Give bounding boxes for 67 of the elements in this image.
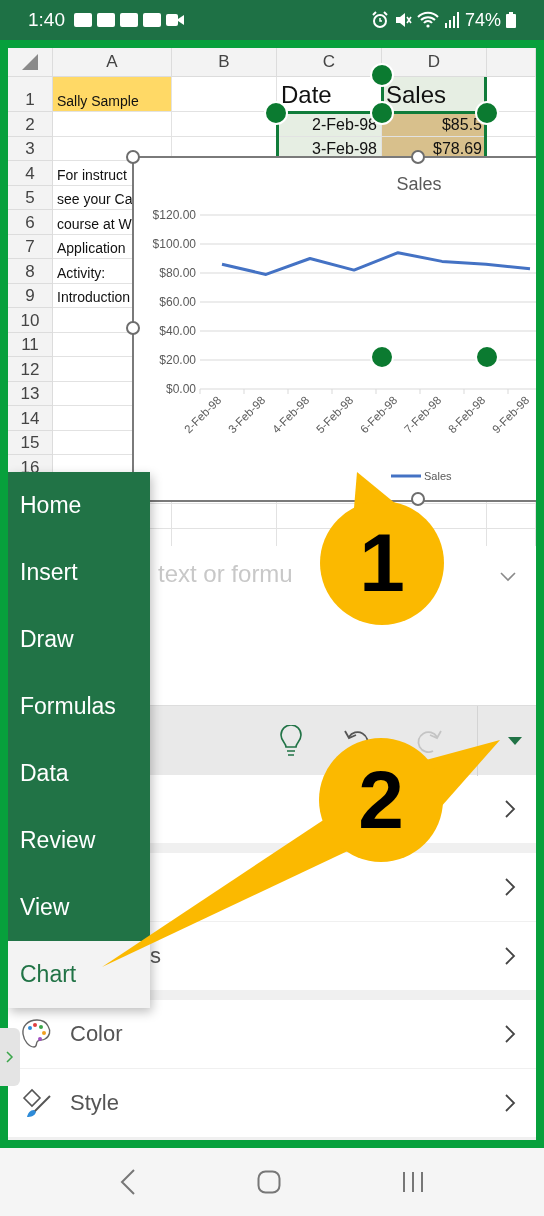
select-all-corner[interactable]: [8, 48, 53, 77]
row-header[interactable]: 10: [8, 308, 53, 333]
alarm-icon: [370, 11, 389, 29]
app-notification-icon: [143, 13, 161, 27]
table-cell: [487, 504, 536, 529]
clock-time: 1:40: [28, 9, 65, 31]
row-header[interactable]: 14: [8, 406, 53, 431]
paint-brush-icon: [20, 1086, 54, 1120]
lightbulb-icon[interactable]: [279, 724, 303, 757]
resize-handle[interactable]: [411, 492, 425, 506]
table-cell: Sally Sample: [53, 77, 172, 112]
column-header[interactable]: A: [53, 48, 172, 77]
row-header[interactable]: 11: [8, 332, 53, 357]
legend-label: Sales: [424, 470, 453, 482]
options-label: Style: [70, 1090, 119, 1116]
row-header[interactable]: 3: [8, 136, 53, 161]
row-header[interactable]: 7: [8, 234, 53, 259]
row-header[interactable]: 4: [8, 161, 53, 186]
legend-entry: Sales: [391, 470, 452, 482]
column-header[interactable]: B: [172, 48, 277, 77]
mute-icon: [393, 11, 412, 29]
menu-item[interactable]: Insert: [8, 539, 150, 606]
dropdown-caret-icon[interactable]: [508, 736, 522, 745]
y-axis-label: $0.00: [165, 382, 196, 396]
resize-handle[interactable]: [126, 321, 140, 335]
menu-item[interactable]: Data: [8, 740, 150, 807]
y-axis-label: $40.00: [159, 324, 196, 338]
video-camera-icon: [166, 14, 185, 26]
back-icon[interactable]: [120, 1169, 137, 1195]
home-icon[interactable]: [257, 1170, 281, 1194]
row-header[interactable]: 5: [8, 185, 53, 210]
options-label: s: [149, 943, 161, 969]
app-notification-icon: [74, 13, 92, 27]
signal-icon: [443, 11, 460, 29]
chevron-right-icon: [504, 878, 516, 896]
menu-item[interactable]: Chart: [8, 941, 150, 1008]
corner-triangle-icon: [22, 54, 38, 70]
selection-handle[interactable]: [264, 101, 288, 125]
chevron-right-icon: [504, 1094, 516, 1112]
resize-handle[interactable]: [126, 150, 140, 164]
menu-item[interactable]: Review: [8, 807, 150, 874]
menu-item[interactable]: Draw: [8, 606, 150, 673]
row-header[interactable]: 6: [8, 210, 53, 235]
row-header[interactable]: 1: [8, 77, 53, 112]
y-axis-label: $20.00: [159, 353, 196, 367]
column-header[interactable]: C: [277, 48, 382, 77]
row-header[interactable]: 8: [8, 259, 53, 284]
app-notification-icon: [97, 13, 115, 27]
row-header[interactable]: 12: [8, 357, 53, 382]
row-header[interactable]: 9: [8, 283, 53, 308]
row-header[interactable]: 15: [8, 430, 53, 455]
wifi-icon: [416, 11, 439, 29]
menu-item[interactable]: Formulas: [8, 673, 150, 740]
chevron-right-icon: [504, 1025, 516, 1043]
app-notification-icon: [120, 13, 138, 27]
chevron-right-icon: [504, 947, 516, 965]
row-header[interactable]: 2: [8, 112, 53, 137]
battery-percent: 74%: [464, 9, 501, 31]
edge-panel-handle[interactable]: [0, 1028, 20, 1086]
recent-apps-icon[interactable]: [401, 1171, 424, 1193]
chevron-right-icon: [504, 800, 516, 818]
chart-title: Sales: [396, 174, 442, 194]
column-header[interactable]: D: [382, 48, 487, 77]
row-header[interactable]: 13: [8, 381, 53, 406]
options-label: Color: [70, 1021, 123, 1047]
chevron-down-icon[interactable]: [500, 572, 516, 582]
battery-icon: [506, 11, 516, 29]
